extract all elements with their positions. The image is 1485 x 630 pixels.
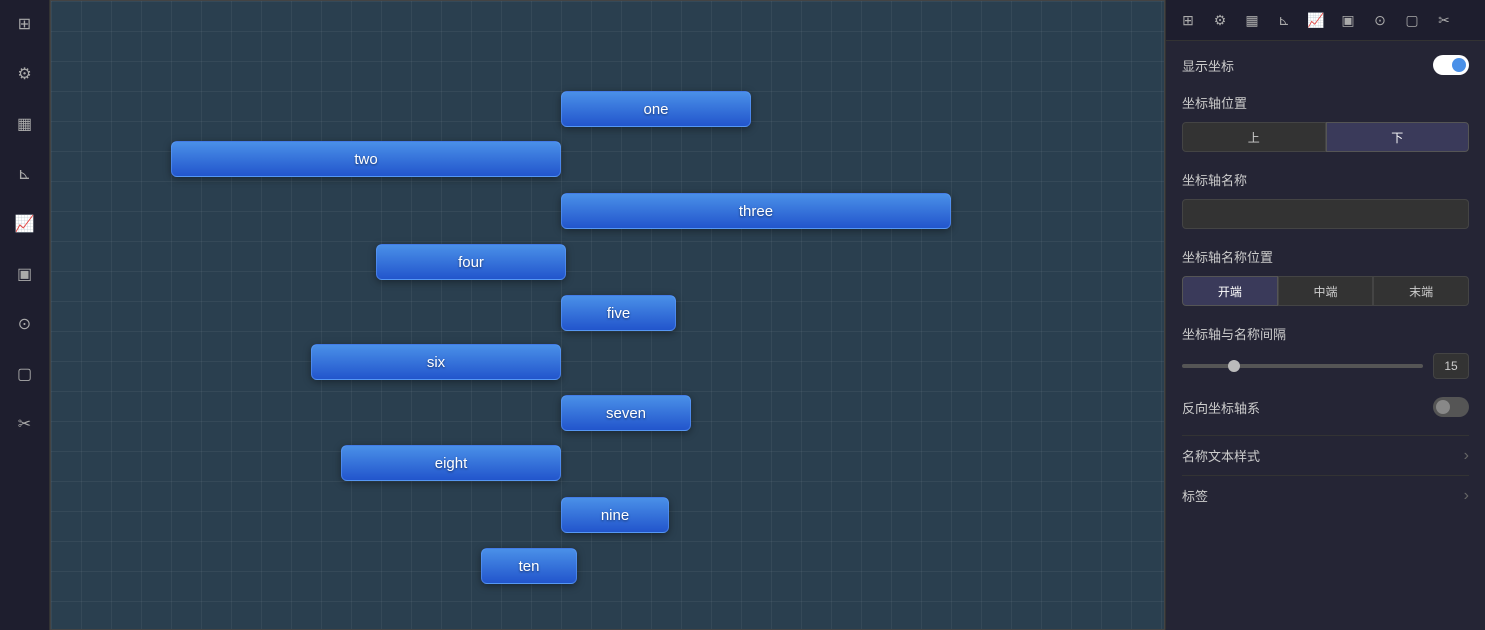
name-text-style-label: 名称文本样式 <box>1182 446 1260 465</box>
axis-name-input[interactable] <box>1182 199 1469 229</box>
tags-label: 标签 <box>1182 486 1208 505</box>
right-panel: ⊞ ⚙ ▦ ⊾ 📈 ▣ ⊙ ▢ ✂ 显示坐标 坐标轴位置 上 下 坐标轴名称 坐… <box>1165 0 1485 630</box>
axis-gap-slider[interactable] <box>1182 364 1423 368</box>
panel-scissors-icon[interactable]: ✂ <box>1430 6 1458 34</box>
left-sidebar: ⊞ ⚙ ▦ ⊾ 📈 ▣ ⊙ ▢ ✂ <box>0 0 50 630</box>
axis-name-pos-middle[interactable]: 中端 <box>1278 276 1374 306</box>
panel-display-icon[interactable]: ▢ <box>1398 6 1426 34</box>
panel-target-icon[interactable]: ⊙ <box>1366 6 1394 34</box>
scissors-icon[interactable]: ✂ <box>9 408 41 440</box>
axis-name-pos-start[interactable]: 开端 <box>1182 276 1278 306</box>
nodes-icon[interactable]: ⚙ <box>9 58 41 90</box>
axis-name-label: 坐标轴名称 <box>1182 170 1469 189</box>
panel-toolbar: ⊞ ⚙ ▦ ⊾ 📈 ▣ ⊙ ▢ ✂ <box>1166 0 1485 41</box>
panel-axis-icon[interactable]: ⊾ <box>1270 6 1298 34</box>
axis-position-group: 上 下 <box>1182 122 1469 152</box>
name-text-style-link[interactable]: 名称文本样式 › <box>1182 435 1469 475</box>
name-text-style-chevron: › <box>1464 447 1469 465</box>
bar-five[interactable]: five <box>561 295 676 331</box>
tags-chevron: › <box>1464 487 1469 505</box>
display-icon[interactable]: ▢ <box>9 358 41 390</box>
panel-data-icon[interactable]: ▣ <box>1334 6 1362 34</box>
axis-icon[interactable]: ⊾ <box>9 158 41 190</box>
bar-three[interactable]: three <box>561 193 951 229</box>
bar-six[interactable]: six <box>311 344 561 380</box>
reverse-axis-label: 反向坐标轴系 <box>1182 398 1260 417</box>
axis-name-position-label: 坐标轴名称位置 <box>1182 247 1469 266</box>
bar-nine[interactable]: nine <box>561 497 669 533</box>
linechart-icon[interactable]: 📈 <box>9 208 41 240</box>
bar-two[interactable]: two <box>171 141 561 177</box>
show-axis-row: 显示坐标 <box>1182 55 1469 75</box>
axis-name-position-group: 开端 中端 末端 <box>1182 276 1469 306</box>
panel-layers-icon[interactable]: ⊞ <box>1174 6 1202 34</box>
panel-nodes-icon[interactable]: ⚙ <box>1206 6 1234 34</box>
axis-gap-label: 坐标轴与名称间隔 <box>1182 324 1469 343</box>
data-icon[interactable]: ▣ <box>9 258 41 290</box>
bar-four[interactable]: four <box>376 244 566 280</box>
panel-content: 显示坐标 坐标轴位置 上 下 坐标轴名称 坐标轴名称位置 开端 中端 末端 坐标… <box>1166 41 1485 529</box>
axis-gap-slider-row: 15 <box>1182 353 1469 379</box>
show-axis-label: 显示坐标 <box>1182 56 1234 75</box>
grid-icon[interactable]: ▦ <box>9 108 41 140</box>
bar-one[interactable]: one <box>561 91 751 127</box>
reverse-axis-toggle[interactable] <box>1433 397 1469 417</box>
chart-canvas: onetwothree four fivesixseveneightnine ten <box>50 0 1165 630</box>
tags-link[interactable]: 标签 › <box>1182 475 1469 515</box>
axis-gap-value: 15 <box>1433 353 1469 379</box>
axis-position-label: 坐标轴位置 <box>1182 93 1469 112</box>
show-axis-toggle[interactable] <box>1433 55 1469 75</box>
panel-grid-icon[interactable]: ▦ <box>1238 6 1266 34</box>
bar-seven[interactable]: seven <box>561 395 691 431</box>
layers-icon[interactable]: ⊞ <box>9 8 41 40</box>
bar-eight[interactable]: eight <box>341 445 561 481</box>
axis-position-up[interactable]: 上 <box>1182 122 1326 152</box>
reverse-axis-row: 反向坐标轴系 <box>1182 397 1469 417</box>
bar-ten[interactable]: ten <box>481 548 577 584</box>
target-icon[interactable]: ⊙ <box>9 308 41 340</box>
axis-position-down[interactable]: 下 <box>1326 122 1470 152</box>
panel-chart-icon[interactable]: 📈 <box>1302 6 1330 34</box>
axis-name-pos-end[interactable]: 末端 <box>1373 276 1469 306</box>
